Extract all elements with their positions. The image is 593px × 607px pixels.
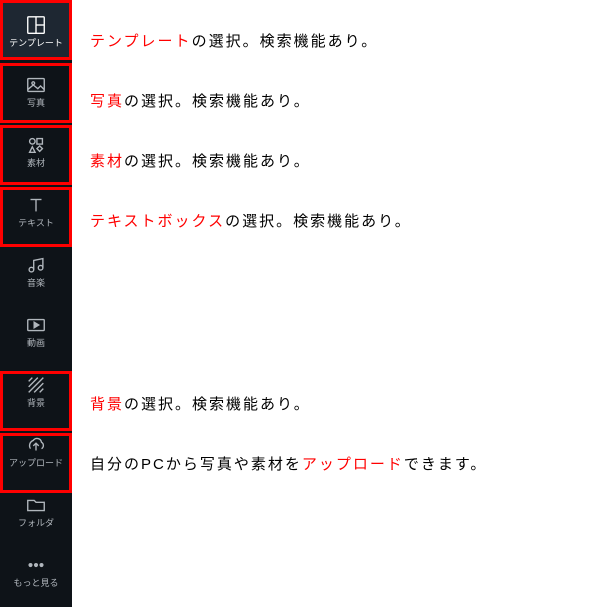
- description-row: テンプレートの選択。検索機能あり。: [90, 30, 378, 51]
- sidebar-item-upload[interactable]: アップロード: [0, 420, 72, 480]
- template-icon: [24, 13, 48, 37]
- highlighted-text: 背景: [90, 396, 124, 413]
- sidebar-item-template[interactable]: テンプレート: [0, 0, 72, 60]
- sidebar-item-label: フォルダ: [18, 519, 54, 528]
- description-row: 写真の選択。検索機能あり。: [90, 90, 311, 111]
- highlighted-text: テンプレート: [90, 33, 192, 50]
- sidebar-item-label: 素材: [27, 159, 45, 168]
- sidebar-item-photo[interactable]: 写真: [0, 60, 72, 120]
- sidebar-item-text[interactable]: テキスト: [0, 180, 72, 240]
- description-text: の選択。検索機能あり。: [225, 213, 412, 230]
- description-text: の選択。検索機能あり。: [192, 33, 379, 50]
- sidebar-item-label: 写真: [27, 99, 45, 108]
- description-row: 自分のPCから写真や素材をアップロードできます。: [90, 453, 487, 474]
- sidebar-item-elements[interactable]: 素材: [0, 120, 72, 180]
- description-text: できます。: [404, 456, 488, 473]
- sidebar-item-label: 背景: [27, 399, 45, 408]
- background-icon: [24, 373, 48, 397]
- sidebar-item-label: テンプレート: [9, 39, 63, 48]
- sidebar-item-music[interactable]: 音楽: [0, 240, 72, 300]
- sidebar-item-label: もっと見る: [13, 579, 58, 588]
- text-icon: [24, 193, 48, 217]
- description-text: 自分のPCから写真や素材を: [90, 456, 302, 473]
- description-text: の選択。検索機能あり。: [124, 153, 311, 170]
- video-icon: [24, 313, 48, 337]
- sidebar-item-label: アップロード: [9, 459, 63, 468]
- sidebar: テンプレート 写真 素材 テキスト 音楽 動画 背景: [0, 0, 72, 607]
- more-icon: [24, 553, 48, 577]
- description-row: 背景の選択。検索機能あり。: [90, 393, 311, 414]
- highlighted-text: テキストボックス: [90, 213, 225, 230]
- elements-icon: [24, 133, 48, 157]
- sidebar-item-more[interactable]: もっと見る: [0, 540, 72, 600]
- description-row: 素材の選択。検索機能あり。: [90, 150, 311, 171]
- music-icon: [24, 253, 48, 277]
- sidebar-item-video[interactable]: 動画: [0, 300, 72, 360]
- sidebar-item-label: 動画: [27, 339, 45, 348]
- folder-icon: [24, 493, 48, 517]
- description-text: の選択。検索機能あり。: [124, 93, 311, 110]
- description-row: テキストボックスの選択。検索機能あり。: [90, 210, 412, 231]
- description-text: の選択。検索機能あり。: [124, 396, 311, 413]
- sidebar-item-label: 音楽: [27, 279, 45, 288]
- highlighted-text: アップロード: [302, 456, 404, 473]
- sidebar-item-background[interactable]: 背景: [0, 360, 72, 420]
- upload-icon: [24, 433, 48, 457]
- highlighted-text: 素材: [90, 153, 124, 170]
- highlighted-text: 写真: [90, 93, 124, 110]
- sidebar-item-folder[interactable]: フォルダ: [0, 480, 72, 540]
- sidebar-item-label: テキスト: [18, 219, 54, 228]
- photo-icon: [24, 73, 48, 97]
